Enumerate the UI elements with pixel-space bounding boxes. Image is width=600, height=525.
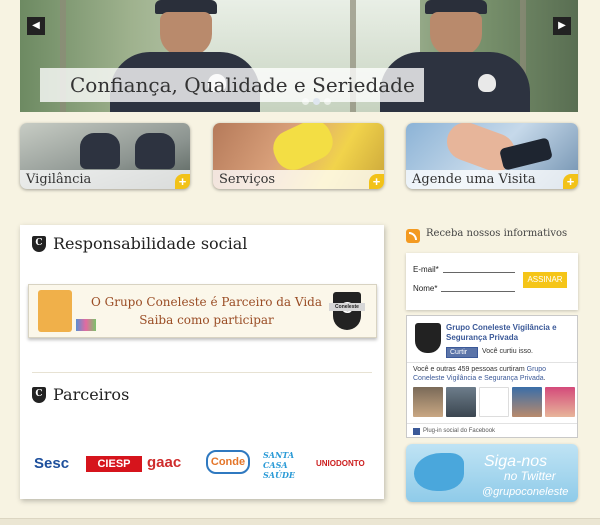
chevron-right-icon[interactable]: ▶	[553, 17, 571, 35]
coneleste-shield-logo: Coneleste C	[329, 292, 365, 330]
fan-faces	[413, 387, 575, 417]
rss-icon	[406, 229, 420, 243]
slider-dot[interactable]	[313, 98, 320, 105]
partner-logo-santa-casa[interactable]: SANTA CASA SAÚDE	[263, 450, 309, 480]
cleaning-glove-image	[267, 123, 339, 176]
plus-icon[interactable]: +	[175, 174, 190, 189]
newsletter-title: Receba nossos informativos	[426, 228, 568, 239]
email-field[interactable]	[443, 272, 515, 273]
twitter-line-2: no Twitter	[504, 469, 556, 483]
coneleste-page-logo[interactable]	[415, 323, 441, 353]
section-title-partners: C Parceiros	[32, 385, 129, 404]
partner-logo-ciesp[interactable]: CIESP	[86, 456, 142, 472]
facebook-icon	[413, 428, 420, 435]
liked-status: Você curtiu isso.	[482, 348, 533, 355]
hero-caption: Confiança, Qualidade e Seriedade	[40, 68, 424, 102]
slider-dot[interactable]	[324, 98, 331, 105]
promo-line-2[interactable]: Saiba como participar	[89, 313, 324, 327]
fan-avatar[interactable]	[413, 387, 443, 417]
facebook-page-name[interactable]: Grupo Coneleste Vigilância e Segurança P…	[446, 323, 574, 343]
motorcycle-image	[135, 133, 175, 169]
twitter-handle: @grupoconeleste	[482, 486, 569, 498]
partner-logo-conde[interactable]: Conde	[206, 450, 250, 474]
parceiro-da-vida-banner[interactable]: O Grupo Coneleste é Parceiro da Vida Sai…	[28, 284, 377, 338]
newsletter-form: E-mail* Nome* ASSINAR	[406, 253, 578, 310]
feature-label: Vigilância	[20, 170, 190, 189]
facebook-like-box: Grupo Coneleste Vigilância e Segurança P…	[406, 315, 578, 438]
partner-logos: Sesc CIESP gaac Conde SANTA CASA SAÚDE U…	[34, 449, 374, 480]
footer-bar	[0, 518, 600, 525]
twitter-bird-icon	[414, 453, 464, 491]
fan-avatar[interactable]	[512, 387, 542, 417]
feature-servicos[interactable]: Serviços +	[213, 123, 384, 189]
hero-slider[interactable]: Confiança, Qualidade e Seriedade	[20, 0, 578, 112]
subscribe-button[interactable]: ASSINAR	[523, 272, 567, 288]
plus-icon[interactable]: +	[369, 174, 384, 189]
slider-dot[interactable]	[302, 98, 309, 105]
promo-line-1: O Grupo Coneleste é Parceiro da Vida	[90, 295, 323, 309]
section-title-text: Responsabilidade social	[53, 234, 248, 253]
coneleste-c-icon: C	[32, 235, 46, 252]
section-title-text: Parceiros	[53, 385, 130, 404]
chevron-left-icon[interactable]: ◀	[27, 17, 45, 35]
like-count-text: Você e outras 459 pessoas curtiram Grupo…	[413, 366, 547, 382]
feature-vigilancia[interactable]: Vigilância +	[20, 123, 190, 189]
section-title-social: C Responsabilidade social	[32, 234, 247, 253]
name-field[interactable]	[441, 291, 515, 292]
partner-logo-gaac[interactable]: gaac	[147, 454, 181, 471]
partner-logo-sesc[interactable]: Sesc	[34, 455, 69, 472]
facebook-plugin-footer[interactable]: Plug-in social do Facebook	[407, 423, 577, 438]
partner-logo-uniodonto[interactable]: UNIODONTO	[316, 459, 365, 468]
plus-icon[interactable]: +	[563, 174, 578, 189]
newsletter-box: Receba nossos informativos E-mail* Nome*…	[406, 225, 578, 310]
feature-label: Agende uma Visita	[406, 170, 578, 189]
twitter-follow-banner[interactable]: Siga-nos no Twitter @grupoconeleste	[406, 444, 578, 502]
slider-dots	[302, 98, 331, 105]
feature-label: Serviços	[213, 170, 384, 189]
feature-agende-visita[interactable]: Agende uma Visita +	[406, 123, 578, 189]
main-panel: C Responsabilidade social O Grupo Conele…	[20, 225, 384, 499]
name-label: Nome*	[413, 284, 438, 293]
email-label: E-mail*	[413, 265, 439, 274]
shield-band: Coneleste	[329, 303, 365, 311]
divider	[407, 362, 577, 363]
coneleste-c-icon: C	[32, 386, 46, 403]
campaign-thumbnail	[38, 290, 72, 332]
fan-avatar[interactable]	[545, 387, 575, 417]
fan-avatar[interactable]	[446, 387, 476, 417]
divider	[32, 372, 372, 373]
facebook-like-button[interactable]: Curtir	[446, 347, 478, 358]
fan-avatar[interactable]	[479, 387, 509, 417]
motorcycle-image	[80, 133, 120, 169]
